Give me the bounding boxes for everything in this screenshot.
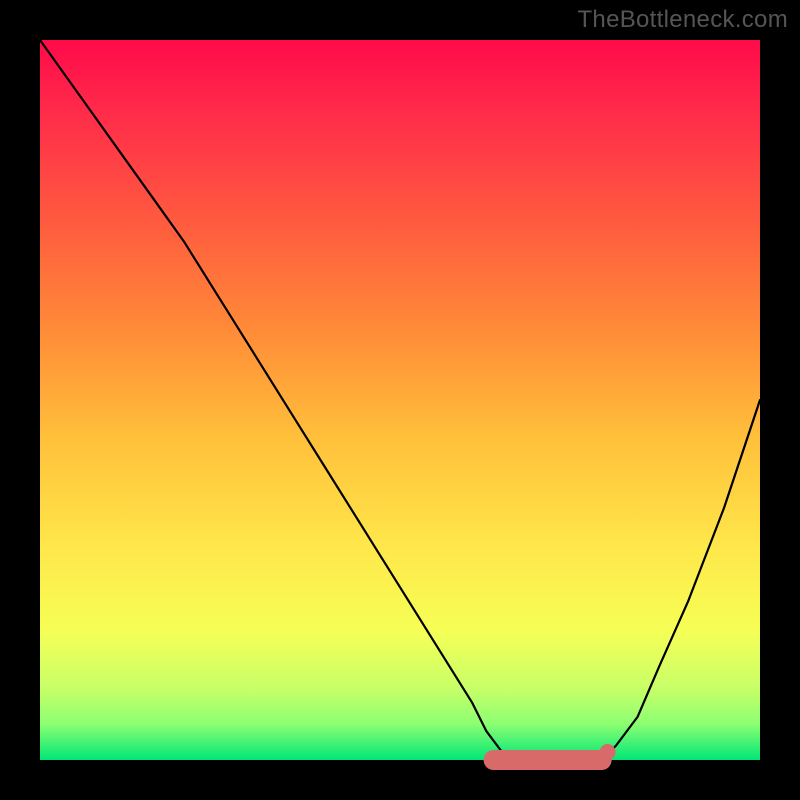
watermark-text: TheBottleneck.com <box>577 6 788 34</box>
bottleneck-chart <box>0 0 800 800</box>
chart-container: TheBottleneck.com <box>0 0 800 800</box>
